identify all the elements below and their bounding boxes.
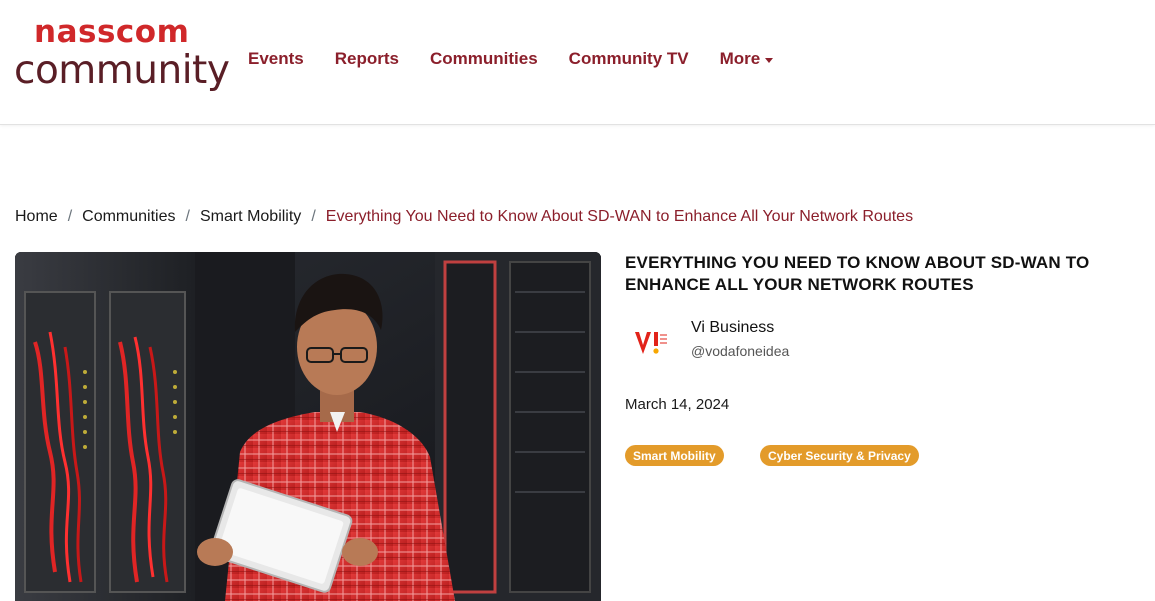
- breadcrumb-separator: /: [311, 208, 316, 225]
- hero-illustration: [15, 252, 601, 601]
- nav-item-communities[interactable]: Communities: [430, 49, 538, 69]
- article-title: Everything You Need to Know About SD-WAN…: [625, 253, 1090, 294]
- author-handle: @vodafoneidea: [691, 343, 790, 359]
- author-avatar[interactable]: [625, 320, 677, 366]
- nasscom-community-logo[interactable]: nasscom community: [14, 14, 230, 98]
- breadcrumb-home[interactable]: Home: [15, 208, 58, 226]
- author-name[interactable]: Vi Business: [691, 319, 774, 337]
- breadcrumb-separator: /: [185, 208, 190, 225]
- nav-item-more-dropdown[interactable]: More: [720, 49, 774, 69]
- nav-item-more-label: More: [719, 49, 761, 68]
- breadcrumb-separator: /: [67, 208, 73, 225]
- site-header: nasscom community Events Reports Communi…: [0, 0, 1155, 125]
- tag-smart-mobility[interactable]: Smart Mobility: [625, 445, 724, 466]
- post-date: March 14, 2024: [625, 396, 730, 413]
- caret-down-icon: [765, 57, 774, 63]
- breadcrumb-current-page: Everything You Need to Know About SD-WAN…: [325, 208, 914, 225]
- article-hero-image: [15, 252, 601, 601]
- nav-item-community-tv[interactable]: Community TV: [569, 49, 689, 69]
- breadcrumb: Home / Communities / Smart Mobility / Ev…: [15, 205, 913, 229]
- vi-logo-icon: [635, 332, 667, 354]
- nav-item-events[interactable]: Events: [248, 49, 304, 69]
- breadcrumb-communities[interactable]: Communities: [82, 208, 175, 226]
- main-nav: Events Reports Communities Community TV …: [248, 47, 804, 71]
- nav-item-reports[interactable]: Reports: [335, 49, 399, 69]
- logo-line-bottom: community: [14, 48, 230, 93]
- breadcrumb-smart-mobility[interactable]: Smart Mobility: [200, 208, 301, 226]
- tag-cyber-security-privacy[interactable]: Cyber Security & Privacy: [760, 445, 919, 466]
- logo-line-top: nasscom: [34, 14, 190, 50]
